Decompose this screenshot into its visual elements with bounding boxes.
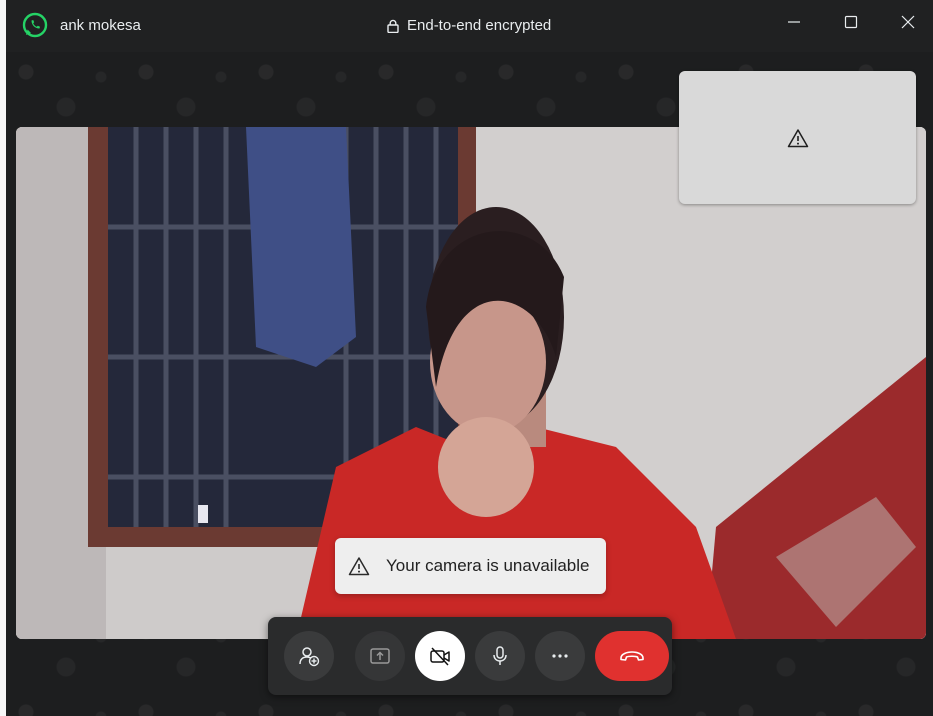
whatsapp-logo-icon	[22, 12, 48, 38]
title-bar: ank mokesa End-to-end encrypted	[6, 0, 933, 52]
camera-off-button[interactable]	[415, 631, 465, 681]
contact-name: ank mokesa	[60, 17, 141, 34]
call-window: ank mokesa End-to-end encrypted Your cam…	[6, 0, 933, 716]
warning-icon	[348, 557, 370, 576]
share-screen-icon	[370, 648, 390, 664]
call-controls-bar	[268, 617, 672, 695]
minimize-icon	[788, 21, 800, 23]
camera-off-icon	[430, 647, 450, 666]
encryption-status: End-to-end encrypted	[387, 17, 551, 34]
warning-icon	[787, 128, 808, 147]
toast-message: Your camera is unavailable	[386, 556, 590, 575]
close-icon	[901, 15, 915, 29]
microphone-button[interactable]	[475, 631, 525, 681]
end-call-icon	[620, 651, 644, 661]
maximize-button[interactable]	[831, 8, 871, 36]
more-icon	[552, 654, 568, 658]
end-call-button[interactable]	[595, 631, 669, 681]
share-screen-button[interactable]	[355, 631, 405, 681]
close-button[interactable]	[888, 8, 928, 36]
maximize-icon	[844, 15, 858, 29]
encryption-label: End-to-end encrypted	[407, 17, 552, 34]
camera-unavailable-toast: Your camera is unavailable	[335, 538, 606, 594]
microphone-icon	[493, 646, 507, 665]
more-options-button[interactable]	[535, 631, 585, 681]
add-person-icon	[299, 647, 320, 667]
add-participant-button[interactable]	[284, 631, 334, 681]
lock-icon	[387, 19, 399, 33]
self-view-placeholder	[679, 71, 916, 204]
minimize-button[interactable]	[774, 8, 814, 36]
